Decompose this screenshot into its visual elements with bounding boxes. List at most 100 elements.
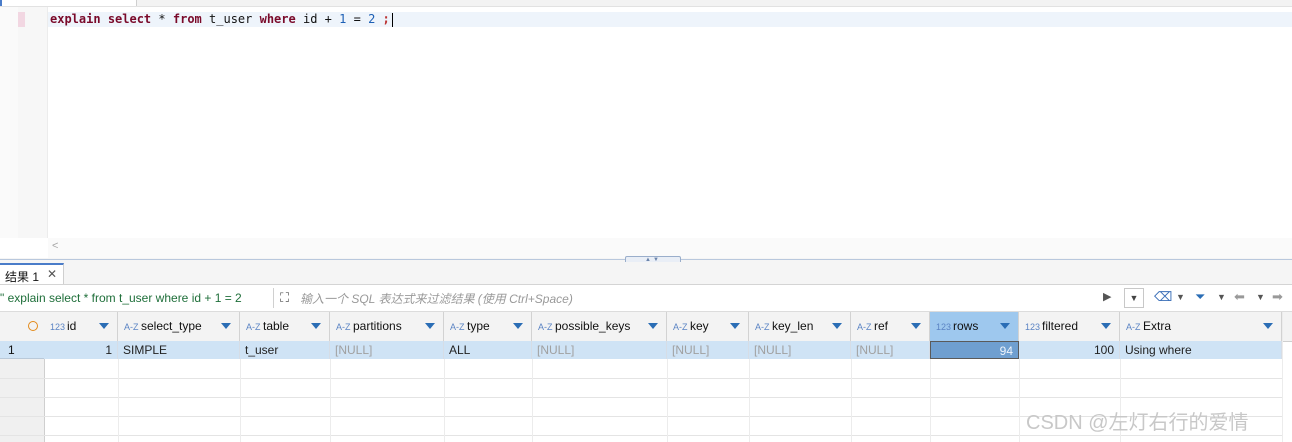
column-header-key[interactable]: A-Z key bbox=[667, 312, 749, 341]
cell-filtered[interactable]: 100 bbox=[1019, 341, 1120, 359]
text-type-icon: A-Z bbox=[1126, 322, 1141, 332]
sort-dropdown-icon[interactable] bbox=[1101, 323, 1111, 329]
column-name: key_len bbox=[772, 319, 814, 333]
sql-token: explain bbox=[50, 12, 101, 26]
scroll-left-icon[interactable]: < bbox=[52, 240, 58, 252]
grid-line bbox=[930, 359, 931, 442]
sort-dropdown-icon[interactable] bbox=[730, 323, 740, 329]
watermark: CSDN @左灯右行的爱情 bbox=[1026, 412, 1249, 434]
column-header-table[interactable]: A-Z table bbox=[240, 312, 330, 341]
cell-table[interactable]: t_user bbox=[240, 341, 330, 359]
filter-history-dropdown[interactable]: ▼ bbox=[1124, 288, 1144, 308]
sql-token: t_user bbox=[209, 12, 253, 26]
column-header-type[interactable]: A-Z type bbox=[444, 312, 532, 341]
column-header-filtered[interactable]: 123 filtered bbox=[1019, 312, 1120, 341]
sql-token: from bbox=[172, 12, 202, 26]
sort-dropdown-icon[interactable] bbox=[513, 323, 523, 329]
grid-line bbox=[118, 359, 119, 442]
sort-dropdown-icon[interactable] bbox=[99, 323, 109, 329]
sql-token: + bbox=[324, 12, 332, 26]
sort-dropdown-icon[interactable] bbox=[1000, 323, 1010, 329]
sort-dropdown-icon[interactable] bbox=[648, 323, 658, 329]
column-name: possible_keys bbox=[555, 319, 631, 333]
grid-line bbox=[0, 378, 1282, 379]
close-icon[interactable]: ✕ bbox=[47, 267, 57, 281]
query-text: " explain select * from t_user where id … bbox=[0, 291, 242, 305]
sort-dropdown-icon[interactable] bbox=[832, 323, 842, 329]
cell-extra[interactable]: Using where bbox=[1120, 341, 1282, 359]
column-name: type bbox=[467, 319, 490, 333]
sql-token: ; bbox=[382, 12, 390, 26]
grid-line bbox=[667, 359, 668, 442]
eraser-icon[interactable]: ⌫ bbox=[1154, 289, 1172, 305]
tab-result-1[interactable]: 结果 1 ✕ bbox=[0, 263, 64, 284]
cell-rows[interactable]: 94 bbox=[930, 341, 1019, 359]
column-header-select-type[interactable]: A-Z select_type bbox=[118, 312, 240, 341]
filter-input[interactable] bbox=[298, 289, 1122, 309]
apply-filter-icon[interactable]: ▶ bbox=[1103, 290, 1111, 303]
grid-line bbox=[749, 359, 750, 442]
numeric-type-icon: 123 bbox=[50, 322, 66, 332]
grid-line bbox=[330, 359, 331, 442]
tab-label: 结果 1 bbox=[5, 270, 40, 284]
grid-line bbox=[240, 359, 241, 442]
forward-icon[interactable]: ➡ bbox=[1272, 289, 1283, 305]
sort-dropdown-icon[interactable] bbox=[311, 323, 321, 329]
filter-icon[interactable]: ⏷ bbox=[1195, 289, 1205, 305]
grid-line bbox=[1282, 312, 1283, 442]
sort-dropdown-icon[interactable] bbox=[425, 323, 435, 329]
cell-key-len[interactable]: [NULL] bbox=[749, 341, 851, 359]
text-caret bbox=[391, 12, 393, 27]
numeric-type-icon: 123 bbox=[1025, 322, 1041, 332]
sql-editor[interactable] bbox=[0, 0, 1292, 258]
cell-id[interactable]: 1 bbox=[44, 341, 118, 359]
divider bbox=[273, 288, 274, 308]
horizontal-scrollbar[interactable] bbox=[48, 238, 1292, 258]
chevron-down-icon[interactable]: ▼ bbox=[1217, 292, 1226, 302]
cell-type[interactable]: ALL bbox=[444, 341, 532, 359]
numeric-type-icon: 123 bbox=[936, 322, 952, 332]
text-type-icon: A-Z bbox=[124, 322, 139, 332]
editor-tab[interactable] bbox=[0, 0, 137, 6]
sort-dropdown-icon[interactable] bbox=[221, 323, 231, 329]
back-icon[interactable]: ⬅ bbox=[1234, 289, 1245, 305]
cell-ref[interactable]: [NULL] bbox=[851, 341, 930, 359]
column-header-key-len[interactable]: A-Z key_len bbox=[749, 312, 851, 341]
column-name: ref bbox=[874, 319, 889, 333]
sql-token: = bbox=[353, 12, 361, 26]
sql-token: * bbox=[158, 12, 166, 26]
cell-select-type[interactable]: SIMPLE bbox=[118, 341, 240, 359]
sql-code-line[interactable]: explain select * from t_user where id + … bbox=[50, 12, 393, 27]
column-name: table bbox=[263, 319, 290, 333]
column-header-ref[interactable]: A-Z ref bbox=[851, 312, 930, 341]
cell-key[interactable]: [NULL] bbox=[667, 341, 749, 359]
row-number[interactable]: 1 bbox=[0, 341, 44, 359]
line-marker bbox=[18, 12, 25, 27]
chevron-down-icon[interactable]: ▼ bbox=[1176, 292, 1185, 302]
line-number-gutter bbox=[18, 7, 48, 238]
expand-icon[interactable]: ⛶ bbox=[280, 290, 289, 306]
column-header-possible-keys[interactable]: A-Z possible_keys bbox=[532, 312, 667, 341]
select-all-icon[interactable] bbox=[28, 321, 38, 331]
column-name: partitions bbox=[353, 319, 402, 333]
column-name: select_type bbox=[141, 319, 202, 333]
row-number-label: 1 bbox=[8, 343, 15, 357]
column-header-id[interactable]: 123 id bbox=[44, 312, 118, 341]
cell-partitions[interactable]: [NULL] bbox=[330, 341, 444, 359]
cell-possible-keys[interactable]: [NULL] bbox=[532, 341, 667, 359]
sort-dropdown-icon[interactable] bbox=[1263, 323, 1273, 329]
text-type-icon: A-Z bbox=[246, 322, 261, 332]
query-quote-icon: " bbox=[0, 291, 5, 305]
text-type-icon: A-Z bbox=[673, 322, 688, 332]
text-type-icon: A-Z bbox=[857, 322, 872, 332]
grid-line bbox=[532, 359, 533, 442]
column-header-rows[interactable]: 123 rows bbox=[930, 312, 1019, 341]
result-tab-bar bbox=[0, 262, 1292, 285]
column-name: id bbox=[67, 319, 77, 333]
column-header-partitions[interactable]: A-Z partitions bbox=[330, 312, 444, 341]
text-type-icon: A-Z bbox=[450, 322, 465, 332]
sort-dropdown-icon[interactable] bbox=[911, 323, 921, 329]
chevron-down-icon[interactable]: ▼ bbox=[1256, 292, 1265, 302]
column-header-extra[interactable]: A-Z Extra bbox=[1120, 312, 1282, 341]
editor-tab-strip bbox=[0, 0, 1292, 7]
